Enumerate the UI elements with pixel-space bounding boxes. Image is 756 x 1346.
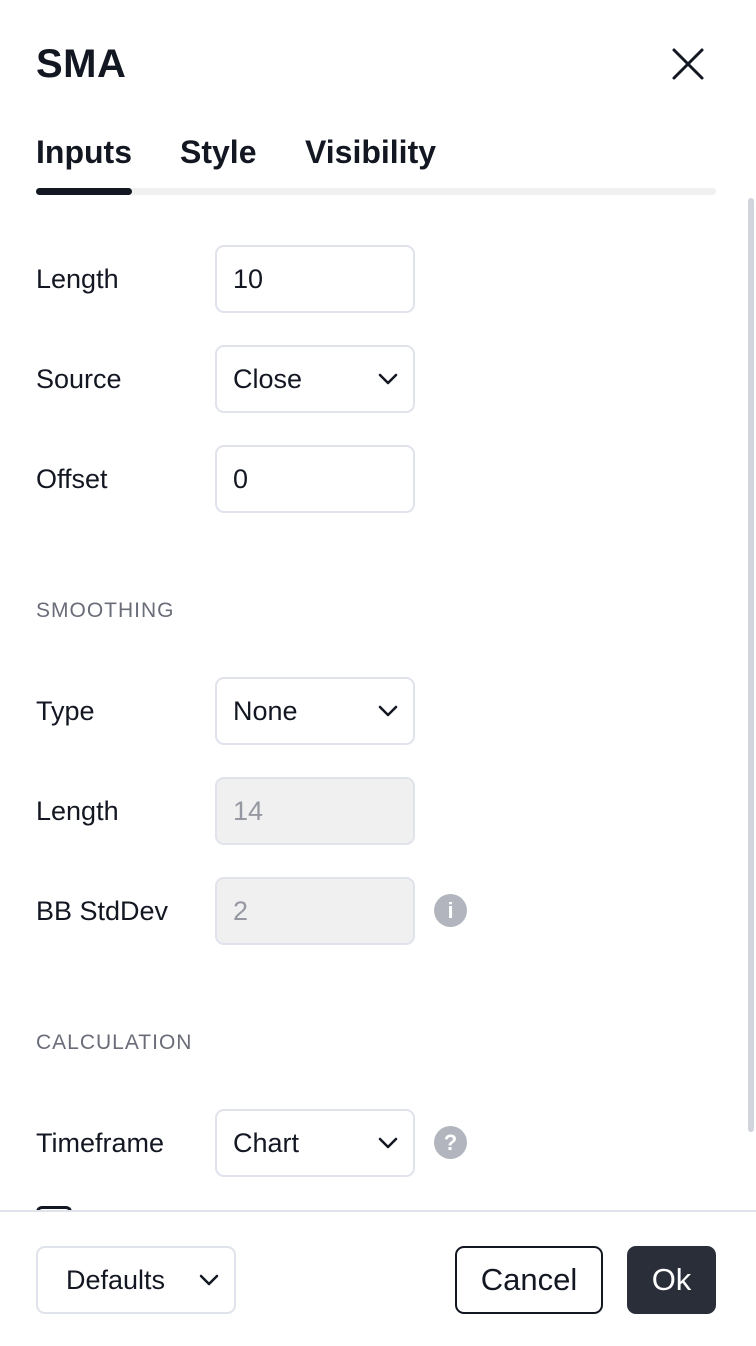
dialog-footer: Defaults Cancel Ok: [0, 1210, 756, 1346]
smoothing-length-label: Length: [36, 796, 119, 826]
defaults-label: Defaults: [66, 1264, 166, 1295]
source-select[interactable]: Close: [215, 345, 415, 413]
close-icon[interactable]: [666, 42, 710, 86]
bb-stddev-input: 2: [215, 877, 415, 945]
tab-style[interactable]: Style: [180, 134, 256, 171]
length-value: 10: [233, 263, 264, 294]
tab-bar: Inputs Style Visibility: [36, 134, 716, 196]
chevron-down-icon: [378, 373, 398, 385]
info-icon[interactable]: i: [434, 894, 467, 927]
active-tab-indicator: [36, 188, 132, 195]
smoothing-length-value: 14: [233, 795, 264, 826]
source-label: Source: [36, 364, 122, 394]
ok-button[interactable]: Ok: [627, 1246, 716, 1314]
smoothing-section-title: SMOOTHING: [36, 599, 175, 622]
chevron-down-icon: [378, 1137, 398, 1149]
bb-stddev-label: BB StdDev: [36, 896, 169, 926]
smoothing-length-input: 14: [215, 777, 415, 845]
indicator-settings-dialog: SMA Inputs Style Visibility Length 10 So…: [0, 0, 756, 1346]
calculation-section-title: CALCULATION: [36, 1031, 193, 1054]
tab-track: [36, 188, 716, 195]
defaults-button[interactable]: Defaults: [36, 1246, 236, 1314]
length-label: Length: [36, 264, 119, 294]
smoothing-type-label: Type: [36, 696, 95, 726]
dialog-title: SMA: [36, 42, 127, 86]
smoothing-type-select[interactable]: None: [215, 677, 415, 745]
tab-inputs[interactable]: Inputs: [36, 134, 132, 171]
timeframe-label: Timeframe: [36, 1128, 165, 1158]
cancel-button[interactable]: Cancel: [455, 1246, 603, 1314]
tab-visibility[interactable]: Visibility: [305, 134, 436, 171]
offset-input[interactable]: 0: [215, 445, 415, 513]
timeframe-select[interactable]: Chart: [215, 1109, 415, 1177]
length-input[interactable]: 10: [215, 245, 415, 313]
offset-label: Offset: [36, 464, 108, 494]
chevron-down-icon: [378, 705, 398, 717]
offset-value: 0: [233, 463, 249, 494]
bb-stddev-value: 2: [233, 895, 249, 926]
scrollbar[interactable]: [748, 198, 754, 1132]
help-icon[interactable]: ?: [434, 1126, 467, 1159]
chevron-down-icon: [199, 1274, 219, 1286]
